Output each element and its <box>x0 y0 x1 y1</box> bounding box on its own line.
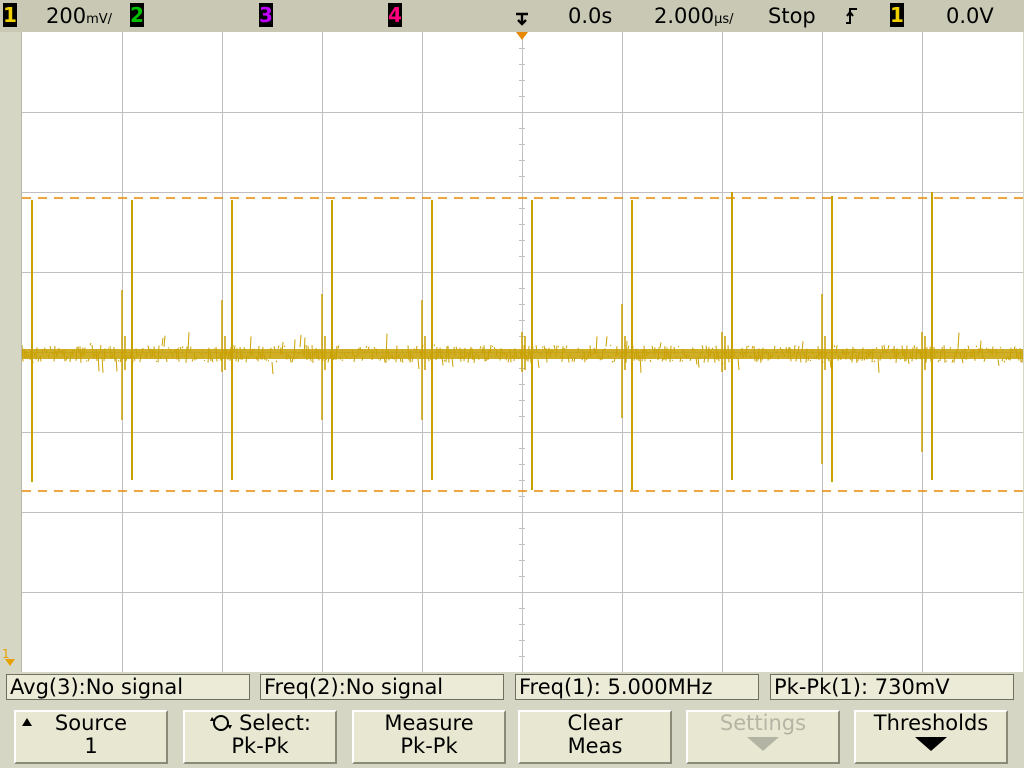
channel-1-indicator[interactable]: 1 <box>3 3 17 27</box>
channel-2-indicator[interactable]: 2 <box>130 3 144 27</box>
measurement-avg-3: Avg(3):No signal <box>6 674 250 700</box>
rising-edge-icon <box>845 5 859 27</box>
clear-meas-softkey[interactable]: Clear Meas <box>518 710 672 764</box>
measure-softkey-value: Pk-Pk <box>400 734 458 758</box>
waveform-graticule <box>22 32 1023 672</box>
trigger-position-icon <box>514 8 532 28</box>
measure-softkey[interactable]: Measure Pk-Pk <box>352 710 506 764</box>
trigger-position-marker <box>516 32 528 40</box>
trigger-level: 0.0V <box>946 4 994 28</box>
channel-1-scale-unit: mV/ <box>86 12 113 27</box>
trigger-source-indicator[interactable]: 1 <box>890 3 904 27</box>
time-scale-value: 2.000 <box>654 4 715 28</box>
clear-meas-softkey-label: Clear <box>567 711 623 735</box>
thresholds-softkey-label: Thresholds <box>873 711 989 735</box>
run-state: Stop <box>768 4 816 28</box>
up-arrow-icon <box>22 718 32 726</box>
clear-meas-softkey-value: Meas <box>567 734 623 758</box>
entry-knob-icon <box>210 715 233 731</box>
select-softkey-value: Pk-Pk <box>231 734 289 758</box>
measurement-freq-2: Freq(2):No signal <box>260 674 504 700</box>
select-softkey-label: Select: <box>185 712 335 735</box>
submenu-arrow-icon <box>915 737 947 751</box>
settings-softkey[interactable]: Settings <box>686 710 840 764</box>
measure-softkey-label: Measure <box>384 711 474 735</box>
channel-1-scale: 200mV/ <box>46 2 112 30</box>
ground-marker-icon: 1 <box>2 648 15 666</box>
waveform-display[interactable] <box>21 32 1023 672</box>
thresholds-softkey[interactable]: Thresholds <box>854 710 1008 764</box>
time-scale: 2.000µs/ <box>654 2 734 30</box>
channel-3-indicator[interactable]: 3 <box>259 3 273 27</box>
time-delay: 0.0s <box>568 4 613 28</box>
channel-1-scale-value: 200 <box>46 4 87 28</box>
select-softkey[interactable]: Select: Pk-Pk <box>183 710 337 764</box>
settings-softkey-label: Settings <box>719 711 807 735</box>
measurement-freq-1: Freq(1): 5.000MHz <box>515 674 759 700</box>
source-softkey-value: 1 <box>84 734 98 758</box>
channel-4-indicator[interactable]: 4 <box>388 3 402 27</box>
measurement-pkpk-1: Pk-Pk(1): 730mV <box>770 674 1014 700</box>
submenu-arrow-icon <box>747 737 779 751</box>
status-bar: 1 200mV/ 2 3 4 0.0s 2.000µs/ Stop 1 0.0V <box>0 0 1024 32</box>
source-softkey-label: Source <box>16 712 166 735</box>
time-scale-unit: µs/ <box>714 12 734 27</box>
source-softkey[interactable]: Source 1 <box>14 710 168 764</box>
